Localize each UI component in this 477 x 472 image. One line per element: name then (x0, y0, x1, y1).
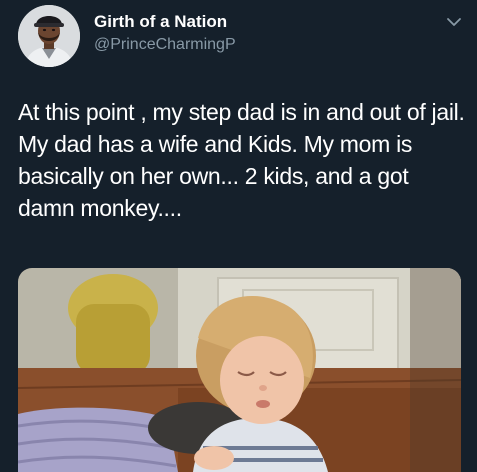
attached-photo (18, 268, 461, 472)
tweet-media[interactable] (18, 268, 461, 472)
chevron-down-icon[interactable] (446, 16, 462, 28)
user-handle[interactable]: @PrinceCharmingP (94, 36, 236, 54)
tweet-text: At this point , my step dad is in and ou… (18, 99, 465, 221)
tweet-card: Girth of a Nation @PrinceCharmingP At th… (0, 0, 477, 472)
avatar-image (18, 5, 80, 67)
avatar[interactable] (18, 5, 80, 67)
display-name[interactable]: Girth of a Nation (94, 12, 227, 32)
